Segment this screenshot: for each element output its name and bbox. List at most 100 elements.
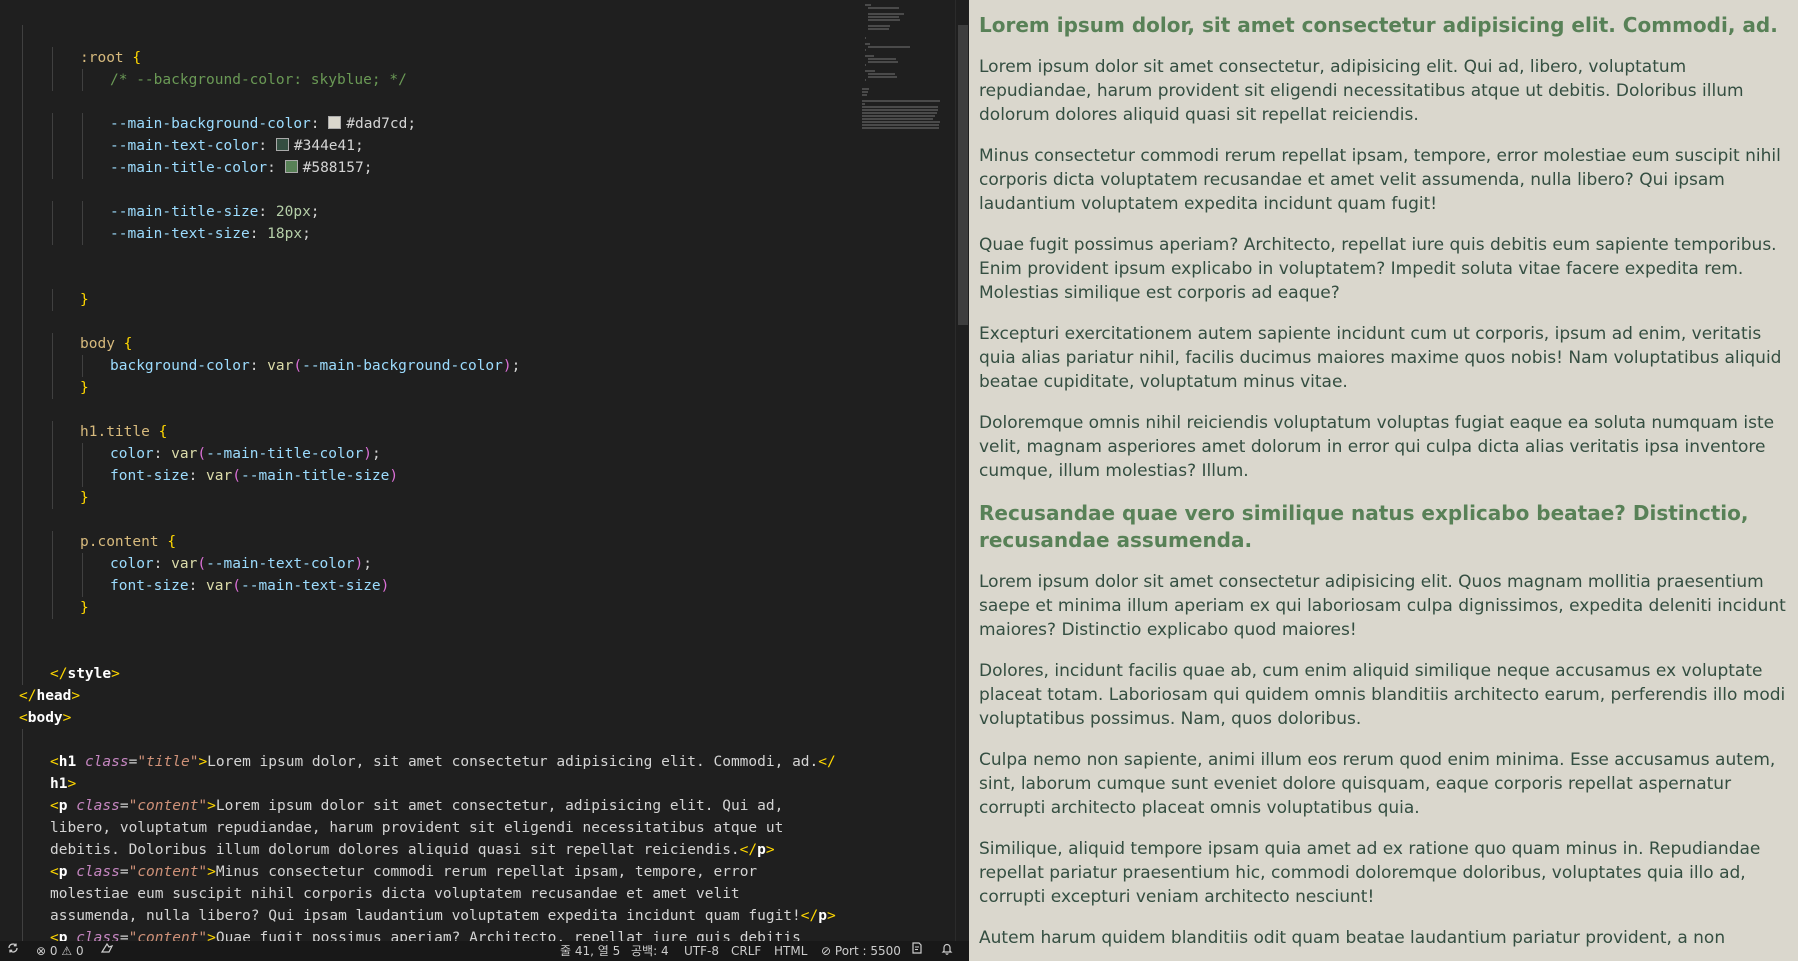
code-token: --main-text-size: [110, 226, 250, 242]
code-line[interactable]: [0, 25, 860, 47]
code-token: ): [502, 358, 512, 374]
code-line[interactable]: --main-text-size: 18px;: [0, 223, 860, 245]
code-line[interactable]: color: var(--main-text-color);: [0, 553, 860, 575]
code-line[interactable]: <body>: [0, 707, 860, 729]
minimap-line: [862, 118, 934, 120]
encoding[interactable]: UTF-8: [684, 941, 719, 961]
indentation[interactable]: 공백: 4: [631, 941, 669, 961]
preview-paragraph: Lorem ipsum dolor sit amet consectetur, …: [979, 57, 1744, 125]
code-line[interactable]: [0, 399, 860, 421]
minimap-line: [868, 13, 904, 15]
code-line[interactable]: [0, 509, 860, 531]
code-line[interactable]: --main-background-color: #dad7cd;: [0, 113, 860, 135]
error-count: 0: [49, 944, 58, 958]
editor-scrollbar[interactable]: [955, 0, 970, 941]
code-line[interactable]: [0, 267, 860, 289]
code-token: h1: [58, 754, 77, 770]
code-token: --main-background-color: [302, 358, 503, 374]
code-token: "content": [128, 930, 208, 941]
code-line[interactable]: </style>: [0, 663, 860, 685]
code-line[interactable]: <p class="content">Minus consectetur com…: [0, 861, 860, 883]
code-line[interactable]: p.content {: [0, 531, 860, 553]
cursor-position[interactable]: 줄 41, 열 5: [560, 941, 620, 961]
minimap-line: [868, 76, 897, 78]
minimap-line: [868, 25, 890, 27]
color-swatch[interactable]: [328, 116, 342, 129]
code-line[interactable]: [0, 729, 860, 751]
minimap-line: [862, 127, 939, 129]
code-token: h1.title: [80, 424, 150, 440]
code-line[interactable]: [0, 641, 860, 663]
preview-paragraph: Similique, aliquid tempore ipsam quia am…: [979, 839, 1761, 907]
code-line[interactable]: body {: [0, 333, 860, 355]
minimap-line: [868, 7, 899, 9]
code-token: class: [76, 930, 120, 941]
code-line[interactable]: }: [0, 289, 860, 311]
code-line[interactable]: assumenda, nulla libero? Qui ipsam lauda…: [0, 905, 860, 927]
code-line[interactable]: [0, 91, 860, 113]
feedback-icon[interactable]: [910, 941, 924, 961]
code-line[interactable]: }: [0, 377, 860, 399]
code-line[interactable]: [0, 619, 860, 641]
code-line[interactable]: debitis. Doloribus illum dolorum dolores…: [0, 839, 860, 861]
minimap-line: [868, 58, 896, 60]
live-preview: Lorem ipsum dolor, sit amet consectetur …: [969, 0, 1798, 961]
code-token: >: [765, 842, 775, 858]
color-swatch[interactable]: [284, 160, 298, 173]
code-line[interactable]: --main-text-color: #344e41;: [0, 135, 860, 157]
code-line[interactable]: font-size: var(--main-text-size): [0, 575, 860, 597]
code-line[interactable]: [0, 311, 860, 333]
code-token: >: [207, 864, 216, 880]
code-line[interactable]: --main-title-color: #588157;: [0, 157, 860, 179]
minimap-line: [868, 46, 911, 48]
code-token: :: [249, 226, 268, 242]
code-line[interactable]: <p class="content">Lorem ipsum dolor sit…: [0, 795, 860, 817]
code-line[interactable]: /* --background-color: skyblue; */: [0, 69, 860, 91]
minimap-line: [865, 37, 866, 39]
problems-indicator[interactable]: ⊗ 0 ⚠ 0: [36, 941, 84, 961]
code-line[interactable]: [0, 179, 860, 201]
code-line[interactable]: h1>: [0, 773, 860, 795]
live-share-icon[interactable]: [100, 941, 114, 961]
code-token: {: [132, 50, 142, 66]
code-line[interactable]: [0, 245, 860, 267]
bell-icon[interactable]: [940, 941, 954, 961]
go-live-button[interactable]: ⊘ Port : 5500: [821, 941, 901, 961]
code-token: :: [153, 446, 172, 462]
code-line[interactable]: </head>: [0, 685, 860, 707]
sync-icon[interactable]: [6, 941, 20, 961]
minimap[interactable]: [862, 0, 955, 180]
code-line[interactable]: molestiae eum suscipit nihil corporis di…: [0, 883, 860, 905]
minimap-line: [862, 94, 868, 96]
code-token: --main-background-color: [110, 116, 311, 132]
code-line[interactable]: font-size: var(--main-title-size): [0, 465, 860, 487]
code-line[interactable]: :root {: [0, 47, 860, 69]
code-line[interactable]: color: var(--main-title-color);: [0, 443, 860, 465]
code-line[interactable]: <h1 class="title">Lorem ipsum dolor, sit…: [0, 751, 860, 773]
code-line[interactable]: <p class="content">Quae fugit possimus a…: [0, 927, 860, 941]
color-swatch[interactable]: [275, 138, 289, 151]
code-token: background-color: [110, 358, 250, 374]
code-line[interactable]: --main-title-size: 20px;: [0, 201, 860, 223]
code-line[interactable]: libero, voluptatum repudiandae, harum pr…: [0, 817, 860, 839]
code-token: }: [80, 292, 89, 308]
preview-paragraph: Doloremque omnis nihil reiciendis volupt…: [979, 413, 1775, 481]
code-token: <: [19, 710, 28, 726]
minimap-line: [865, 64, 866, 66]
code-token: </: [818, 754, 836, 770]
line-ending[interactable]: CRLF: [731, 941, 761, 961]
code-line[interactable]: background-color: var(--main-background-…: [0, 355, 860, 377]
code-line[interactable]: }: [0, 487, 860, 509]
code-token: var: [206, 468, 233, 484]
code-token: ): [363, 446, 372, 462]
code-token: {: [158, 424, 168, 440]
scrollbar-thumb[interactable]: [958, 25, 968, 325]
code-lines[interactable]: :root {/* --background-color: skyblue; *…: [0, 25, 860, 941]
code-token: Minus consectetur commodi rerum repellat…: [215, 864, 758, 880]
code-line[interactable]: }: [0, 597, 860, 619]
language-mode[interactable]: HTML: [774, 941, 807, 961]
code-token: class: [76, 864, 120, 880]
code-editor[interactable]: :root {/* --background-color: skyblue; *…: [0, 0, 955, 941]
code-line[interactable]: h1.title {: [0, 421, 860, 443]
